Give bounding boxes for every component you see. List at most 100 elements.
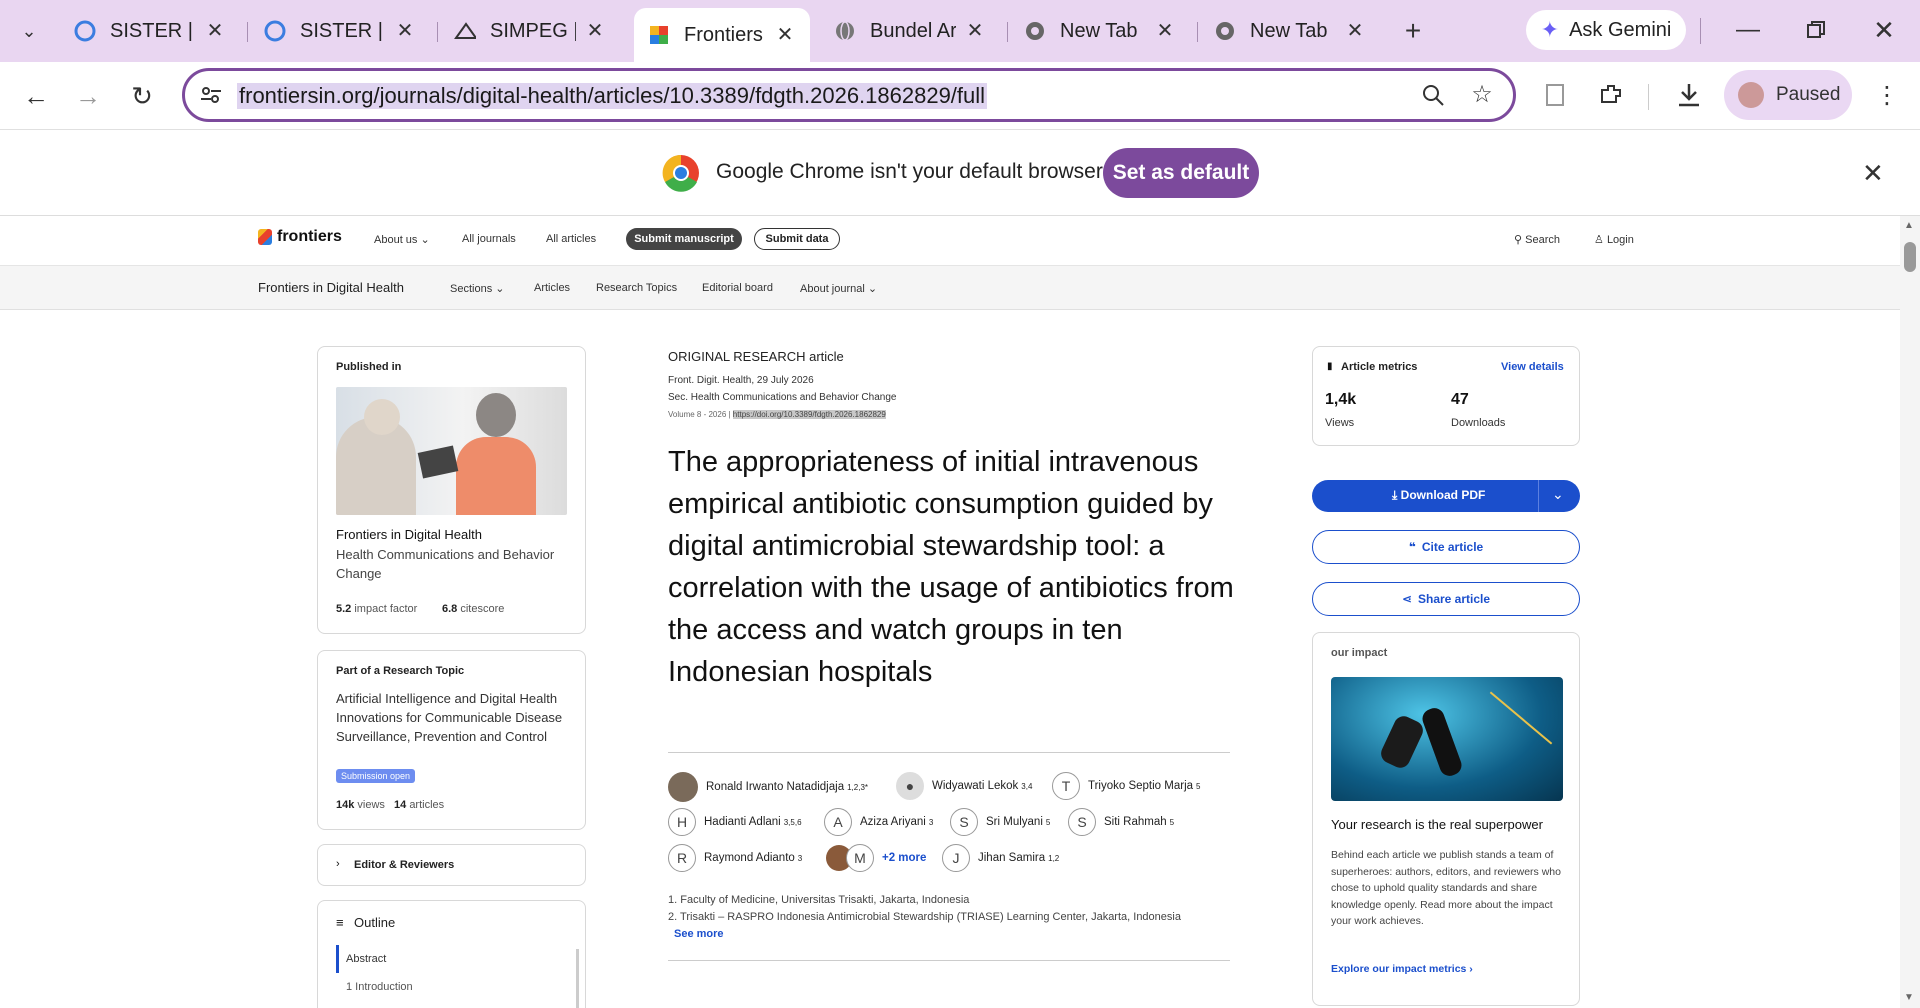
frontiers-logo[interactable]: frontiers xyxy=(258,228,342,246)
profile-button[interactable]: Paused xyxy=(1724,70,1852,120)
nav-about-journal[interactable]: About journal ⌄ xyxy=(800,282,877,295)
submit-manuscript-button[interactable]: Submit manuscript xyxy=(626,228,742,250)
address-bar[interactable]: frontiersin.org/journals/digital-health/… xyxy=(182,68,1516,122)
published-section[interactable]: Health Communications and Behavior Chang… xyxy=(336,545,567,583)
scrollbar-thumb[interactable] xyxy=(1904,242,1916,272)
author-initial: M xyxy=(846,844,874,872)
search-icon: ⚲ xyxy=(1514,234,1523,246)
default-browser-infobar: Google Chrome isn't your default browser… xyxy=(0,130,1920,216)
nav-research-topics[interactable]: Research Topics xyxy=(596,282,677,294)
search-link[interactable]: ⚲ Search xyxy=(1514,233,1560,246)
author-chip[interactable]: A Aziza Ariyani 3 xyxy=(824,808,933,836)
outline-scrollbar[interactable] xyxy=(576,949,579,1008)
outline-item-abstract[interactable]: Abstract xyxy=(346,953,386,965)
author-chip[interactable]: J Jihan Samira 1,2 xyxy=(942,844,1059,872)
tab-simpeg[interactable]: SIMPEG | U ✕ xyxy=(440,10,620,52)
download-icon[interactable] xyxy=(1672,78,1706,112)
research-topic-title[interactable]: Artificial Intelligence and Digital Heal… xyxy=(336,689,572,746)
topic-views: 14k views xyxy=(336,799,385,811)
tab-divider xyxy=(1007,22,1008,42)
journal-name[interactable]: Frontiers in Digital Health xyxy=(258,280,404,295)
impact-metrics-link[interactable]: Explore our impact metrics › xyxy=(1331,963,1473,975)
restore-icon[interactable] xyxy=(1800,14,1832,46)
menu-kebab-icon[interactable]: ⋮ xyxy=(1872,78,1902,112)
close-icon[interactable]: ✕ xyxy=(584,20,606,42)
doi-link[interactable]: https://doi.org/10.3389/fdgth.2026.18628… xyxy=(732,410,886,419)
minimize-icon[interactable]: — xyxy=(1732,14,1764,46)
author-initial: A xyxy=(824,808,852,836)
site-settings-icon[interactable] xyxy=(199,83,223,107)
nav-sections[interactable]: Sections ⌄ xyxy=(450,282,504,295)
nav-editorial-board[interactable]: Editorial board xyxy=(702,282,773,294)
nav-all-articles[interactable]: All articles xyxy=(546,233,596,245)
new-tab-plus-icon[interactable]: + xyxy=(1398,15,1428,46)
author-chip[interactable]: Ronald Irwanto Natadidjaja 1,2,3* xyxy=(668,772,868,802)
close-icon[interactable]: ✕ xyxy=(204,20,226,42)
back-arrow-icon[interactable]: ← xyxy=(18,78,54,114)
close-icon[interactable]: ✕ xyxy=(964,20,986,42)
author-chip[interactable]: H Hadianti Adlani 3,5,6 xyxy=(668,808,802,836)
more-authors[interactable]: M +2 more xyxy=(826,844,926,872)
nav-all-journals[interactable]: All journals xyxy=(462,233,516,245)
close-icon[interactable]: ✕ xyxy=(774,24,796,46)
author-chip[interactable]: S Sri Mulyani 5 xyxy=(950,808,1050,836)
close-icon[interactable]: ✕ xyxy=(394,20,416,42)
close-icon[interactable]: ✕ xyxy=(1154,20,1176,42)
download-pdf-button-group: ⤓ Download PDF ⌄ xyxy=(1312,480,1580,512)
published-in-heading: Published in xyxy=(336,361,402,373)
more-authors-link[interactable]: +2 more xyxy=(882,852,926,864)
tab-title: SISTER | La xyxy=(110,19,196,42)
login-link[interactable]: ♙ Login xyxy=(1594,233,1634,246)
nav-about-us[interactable]: About us ⌄ xyxy=(374,233,430,246)
tab-sister-2[interactable]: SISTER | Tr ✕ xyxy=(250,10,430,52)
page-scrollbar[interactable]: ▲ ▼ xyxy=(1900,216,1920,1008)
view-details-link[interactable]: View details xyxy=(1501,361,1564,373)
tab-search-chevron-icon[interactable]: ⌄ xyxy=(14,18,44,44)
frontiers-icon xyxy=(648,24,670,46)
reading-mode-icon[interactable] xyxy=(1540,80,1570,110)
scroll-up-icon[interactable]: ▲ xyxy=(1904,220,1914,231)
url-text[interactable]: frontiersin.org/journals/digital-health/… xyxy=(237,83,988,109)
infobar-close-icon[interactable]: ✕ xyxy=(1862,158,1884,189)
author-chip[interactable]: ● Widyawati Lekok 3,4 xyxy=(896,772,1032,800)
close-icon[interactable]: ✕ xyxy=(1344,20,1366,42)
extensions-icon[interactable] xyxy=(1594,78,1628,112)
affiliation: 1. Faculty of Medicine, Universitas Tris… xyxy=(668,894,970,906)
tab-new-1[interactable]: New Tab ✕ xyxy=(1010,10,1190,52)
forward-arrow-icon[interactable]: → xyxy=(70,78,106,114)
download-pdf-button[interactable]: ⤓ Download PDF xyxy=(1392,488,1485,503)
tab-sister-1[interactable]: SISTER | La ✕ xyxy=(60,10,240,52)
toolbar-divider xyxy=(1700,18,1701,44)
reload-icon[interactable]: ↻ xyxy=(124,78,160,114)
toolbar-divider xyxy=(1648,84,1649,110)
tab-title: New Tab xyxy=(1060,19,1138,42)
tab-title: Frontiers | xyxy=(684,23,766,46)
published-journal[interactable]: Frontiers in Digital Health xyxy=(336,527,482,542)
tab-bundel[interactable]: Bundel Art ✕ xyxy=(820,10,1000,52)
gemini-sparkle-icon: ✦ xyxy=(1540,17,1560,42)
author-chip[interactable]: R Raymond Adianto 3 xyxy=(668,844,802,872)
site-header: frontiers About us ⌄ All journals All ar… xyxy=(0,216,1900,266)
section-line[interactable]: Sec. Health Communications and Behavior … xyxy=(668,392,896,403)
scroll-down-icon[interactable]: ▼ xyxy=(1904,992,1914,1003)
window-close-icon[interactable]: ✕ xyxy=(1868,14,1900,46)
set-default-button[interactable]: Set as default xyxy=(1103,148,1259,198)
zoom-icon[interactable] xyxy=(1419,81,1447,109)
nav-articles[interactable]: Articles xyxy=(534,282,570,294)
impact-title: Your research is the real superpower xyxy=(1331,817,1543,832)
bookmark-star-icon[interactable]: ☆ xyxy=(1467,79,1497,109)
cite-article-button[interactable]: ❝ Cite article xyxy=(1312,530,1580,564)
tab-divider xyxy=(1197,22,1198,42)
author-chip[interactable]: T Triyoko Septio Marja 5 xyxy=(1052,772,1200,800)
outline-item-introduction[interactable]: 1 Introduction xyxy=(346,981,413,993)
tab-new-2[interactable]: New Tab ✕ xyxy=(1200,10,1380,52)
see-more-link[interactable]: See more xyxy=(674,928,724,940)
author-chip[interactable]: S Siti Rahmah 5 xyxy=(1068,808,1174,836)
ask-gemini-button[interactable]: ✦ Ask Gemini xyxy=(1526,10,1686,50)
journal-date-line: Front. Digit. Health, 29 July 2026 xyxy=(668,375,814,386)
tab-frontiers[interactable]: Frontiers | ✕ xyxy=(634,8,810,62)
share-article-button[interactable]: ⋖ Share article xyxy=(1312,582,1580,616)
chevron-down-icon[interactable]: ⌄ xyxy=(1552,486,1564,503)
editor-reviewers-toggle[interactable]: › Editor & Reviewers xyxy=(317,844,586,886)
submit-data-button[interactable]: Submit data xyxy=(754,228,840,250)
